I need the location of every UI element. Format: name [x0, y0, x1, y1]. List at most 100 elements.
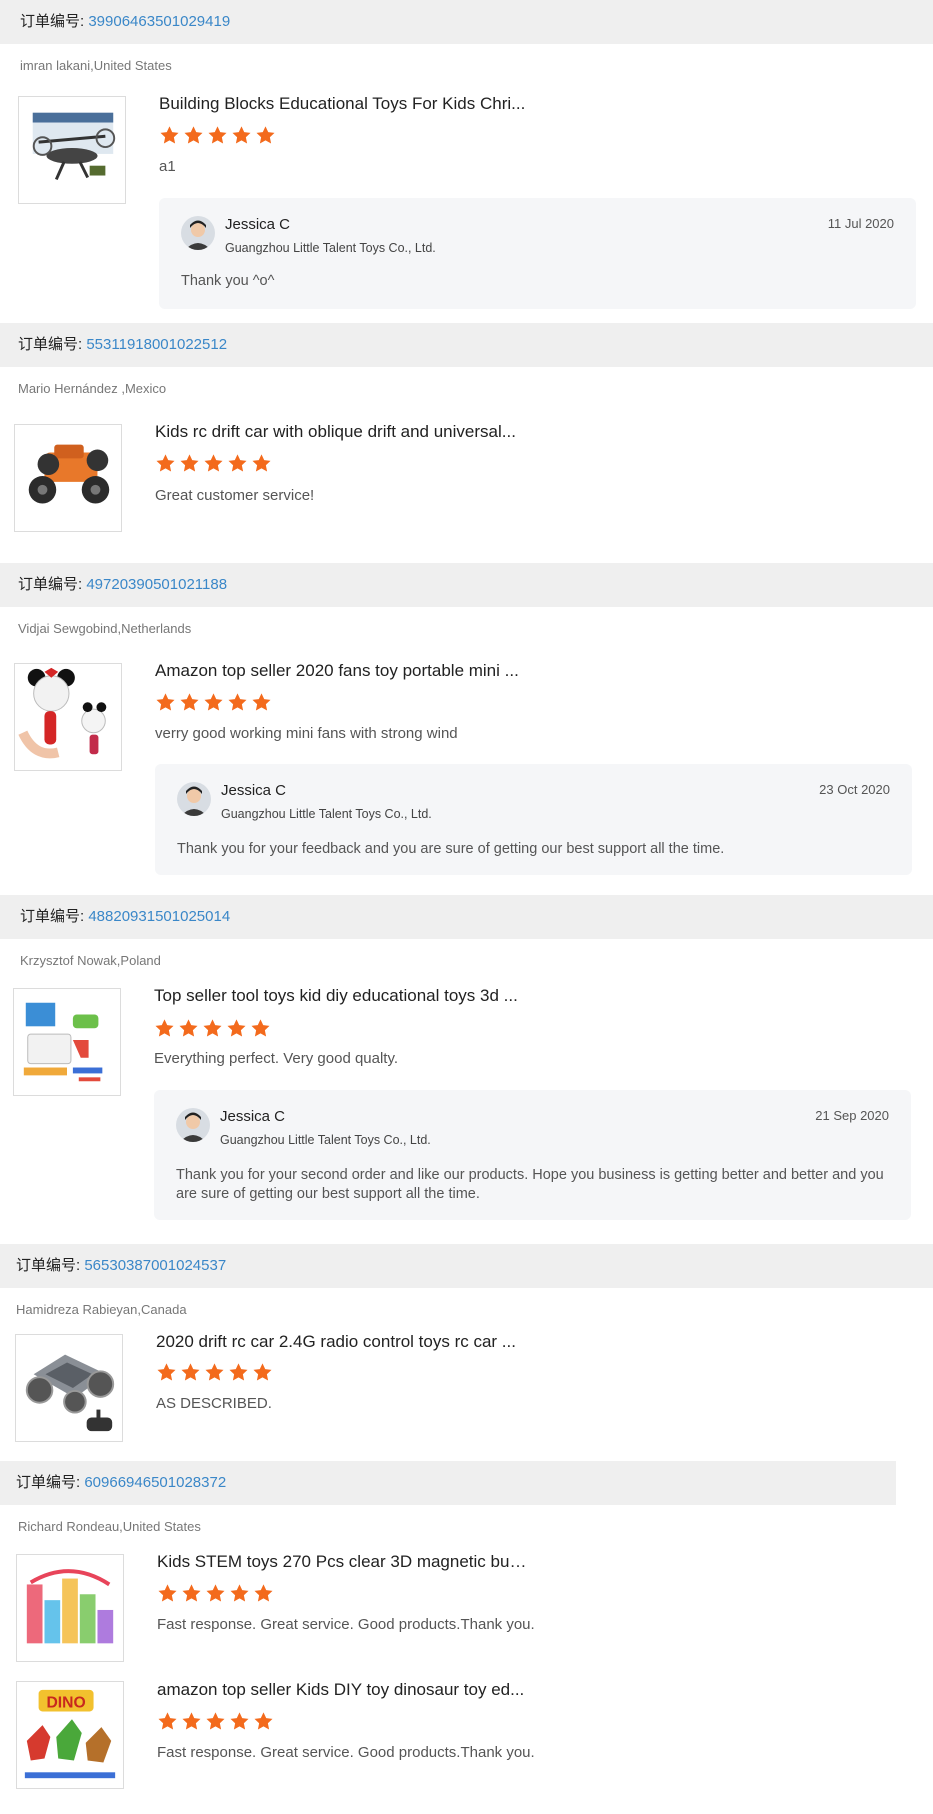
review-comment: Everything perfect. Very good qualty. [154, 1050, 399, 1067]
magnetic-tiles-image [26, 1569, 114, 1644]
order-header: 订单编号: 56530387001024537 [0, 1244, 933, 1288]
star-icon [256, 126, 275, 144]
rating-stars [155, 453, 272, 474]
product-thumbnail[interactable]: DINO [16, 1681, 124, 1789]
order-header: 订单编号: 48820931501025014 [0, 895, 933, 939]
seller-avatar [176, 1108, 210, 1142]
order-number-link[interactable]: 49720390501021188 [86, 576, 227, 593]
reply-date: 11 Jul 2020 [827, 216, 894, 231]
order-label: 订单编号: [16, 1474, 81, 1491]
star-icon [179, 1019, 198, 1037]
reply-author: Jessica C [221, 782, 287, 799]
star-icon [205, 1363, 224, 1381]
product-thumbnail[interactable] [15, 1334, 123, 1442]
star-icon [232, 126, 251, 144]
buyer-name: Krzysztof Nowak,Poland [20, 953, 161, 968]
star-icon [230, 1584, 249, 1602]
review-comment: AS DESCRIBED. [156, 1395, 272, 1412]
review-comment: Fast response. Great service. Good produ… [157, 1616, 535, 1633]
star-icon [204, 693, 223, 711]
star-icon [228, 454, 247, 472]
star-icon [206, 1584, 225, 1602]
reply-date: 23 Oct 2020 [819, 782, 890, 797]
star-icon [206, 1712, 225, 1730]
reply-text: Thank you ^o^ [181, 273, 275, 289]
star-icon [182, 1712, 201, 1730]
star-icon [254, 1584, 273, 1602]
mini-fan-image [18, 667, 107, 759]
seller-reply: Jessica C Guangzhou Little Talent Toys C… [155, 764, 912, 875]
star-icon [180, 693, 199, 711]
review-comment: Fast response. Great service. Good produ… [157, 1744, 535, 1761]
order-number-link[interactable]: 56530387001024537 [84, 1257, 226, 1274]
buyer-name: Vidjai Sewgobind,Netherlands [18, 621, 192, 636]
order-label: 订单编号: [20, 13, 85, 30]
dino-toy-image: DINO [24, 1689, 116, 1779]
star-icon [181, 1363, 200, 1381]
product-thumbnail[interactable] [16, 1554, 124, 1662]
product-title-link[interactable]: amazon top seller Kids DIY toy dinosaur … [157, 1680, 527, 1700]
order-label: 订单编号: [16, 1257, 81, 1274]
star-icon [227, 1019, 246, 1037]
order-header: 订单编号: 39906463501029419 [0, 0, 933, 44]
diy-tool-toy-image [23, 1002, 103, 1082]
product-thumbnail[interactable] [14, 663, 122, 771]
star-icon [253, 1363, 272, 1381]
product-title-link[interactable]: 2020 drift rc car 2.4G radio control toy… [156, 1332, 526, 1352]
star-icon [160, 126, 179, 144]
star-icon [204, 454, 223, 472]
reply-text: Thank you for your second order and like… [176, 1167, 884, 1202]
reply-company: Guangzhou Little Talent Toys Co., Ltd. [221, 807, 432, 821]
star-icon [156, 454, 175, 472]
star-icon [230, 1712, 249, 1730]
star-icon [252, 693, 271, 711]
buyer-name: imran lakani,United States [20, 58, 172, 73]
product-thumbnail[interactable] [13, 988, 121, 1096]
seller-reply: Jessica C Guangzhou Little Talent Toys C… [159, 198, 916, 309]
rating-stars [156, 1362, 273, 1383]
buyer-name: Hamidreza Rabieyan,Canada [16, 1302, 187, 1317]
rating-stars [157, 1583, 274, 1604]
order-number-link[interactable]: 39906463501029419 [88, 13, 230, 30]
product-thumbnail[interactable] [18, 96, 126, 204]
product-title-link[interactable]: Amazon top seller 2020 fans toy portable… [155, 661, 525, 681]
star-icon [229, 1363, 248, 1381]
product-title-link[interactable]: Building Blocks Educational Toys For Kid… [159, 94, 529, 114]
reply-company: Guangzhou Little Talent Toys Co., Ltd. [225, 241, 436, 255]
star-icon [155, 1019, 174, 1037]
product-thumbnail[interactable] [14, 424, 122, 532]
star-icon [158, 1712, 177, 1730]
star-icon [208, 126, 227, 144]
order-number-link[interactable]: 60966946501028372 [84, 1474, 226, 1491]
product-title-link[interactable]: Kids STEM toys 270 Pcs clear 3D magnetic… [157, 1552, 527, 1572]
review-comment: a1 [159, 158, 176, 175]
dino-logo-text: DINO [46, 1695, 85, 1712]
reply-date: 21 Sep 2020 [815, 1108, 889, 1123]
reply-text: Thank you for your feedback and you are … [177, 841, 725, 857]
order-label: 订单编号: [20, 908, 85, 925]
rating-stars [154, 1018, 271, 1039]
star-icon [228, 693, 247, 711]
star-icon [252, 454, 271, 472]
order-header: 订单编号: 60966946501028372 [0, 1461, 896, 1505]
order-header: 订单编号: 49720390501021188 [0, 563, 933, 607]
star-icon [158, 1584, 177, 1602]
order-label: 订单编号: [18, 576, 83, 593]
order-number-link[interactable]: 55311918001022512 [86, 336, 227, 353]
star-icon [182, 1584, 201, 1602]
drone-toy-image [32, 112, 116, 181]
drift-car-image [25, 1354, 115, 1432]
order-number-link[interactable]: 48820931501025014 [88, 908, 230, 925]
product-title-link[interactable]: Kids rc drift car with oblique drift and… [155, 422, 525, 442]
star-icon [254, 1712, 273, 1730]
rating-stars [157, 1711, 274, 1732]
star-icon [157, 1363, 176, 1381]
star-icon [251, 1019, 270, 1037]
rating-stars [159, 125, 276, 146]
seller-avatar [177, 782, 211, 816]
buyer-name: Richard Rondeau,United States [18, 1519, 201, 1534]
reply-author: Jessica C [220, 1108, 286, 1125]
rating-stars [155, 692, 272, 713]
product-title-link[interactable]: Top seller tool toys kid diy educational… [154, 986, 524, 1006]
review-comment: verry good working mini fans with strong… [155, 725, 458, 742]
